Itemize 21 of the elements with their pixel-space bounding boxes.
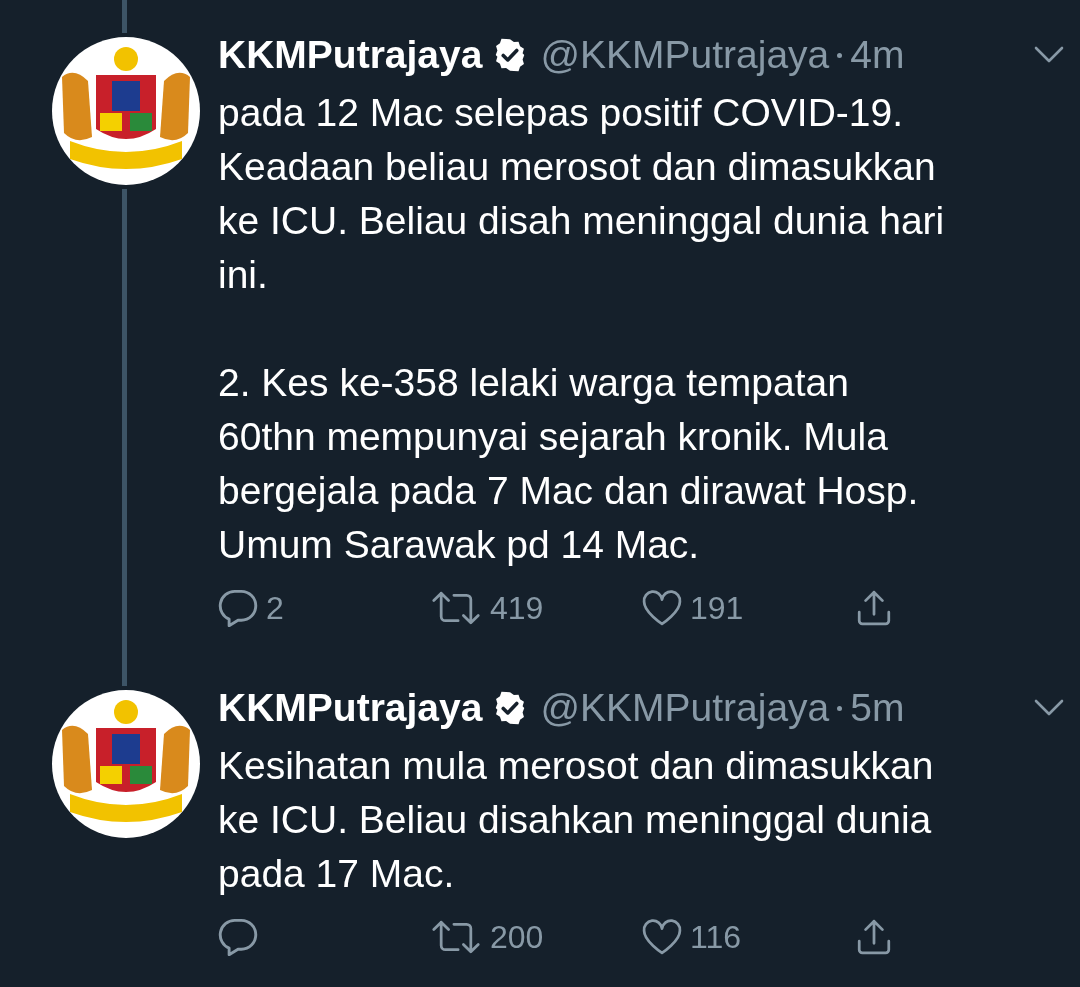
timestamp[interactable]: 4m (850, 33, 905, 77)
like-count: 116 (690, 918, 741, 956)
retweet-count: 200 (490, 918, 544, 956)
retweet-icon[interactable] (430, 590, 482, 626)
user-handle[interactable]: @KKMPutrajaya (540, 33, 830, 77)
like-count: 191 (690, 589, 744, 627)
user-handle[interactable]: @KKMPutrajaya (540, 686, 830, 730)
caret-icon[interactable] (1034, 699, 1064, 717)
display-name[interactable]: KKMPutrajaya (218, 686, 483, 730)
retweet-icon[interactable] (430, 919, 482, 955)
heart-icon[interactable] (642, 918, 682, 956)
reply-icon[interactable] (218, 589, 258, 627)
reply-count: 2 (266, 589, 284, 627)
heart-icon[interactable] (642, 589, 682, 627)
tweet-text: pada 12 Mac selepas positif COVID-19. Keadaan beliau merosot dan dimasukkan ke ICU. Beliau disah meninggal dunia hari ini. 2. Kes ke-358 lelaki warga tempatan 60thn mempunyai sejarah kronik. Mula bergejala pada 7 Mac dan dirawat Hosp. Umum Sarawak pd 14 Mac. (218, 90, 946, 568)
retweet-count: 419 (490, 589, 544, 627)
reply-icon[interactable] (218, 918, 258, 956)
caret-icon[interactable] (1034, 46, 1064, 64)
tweet-text: Kesihatan mula merosot dan dimasukkan ke ICU. Beliau disahkan meninggal dunia pada 17 Mac. (218, 743, 935, 897)
display-name[interactable]: KKMPutrajaya (218, 33, 483, 77)
timestamp[interactable]: 5m (850, 686, 905, 730)
